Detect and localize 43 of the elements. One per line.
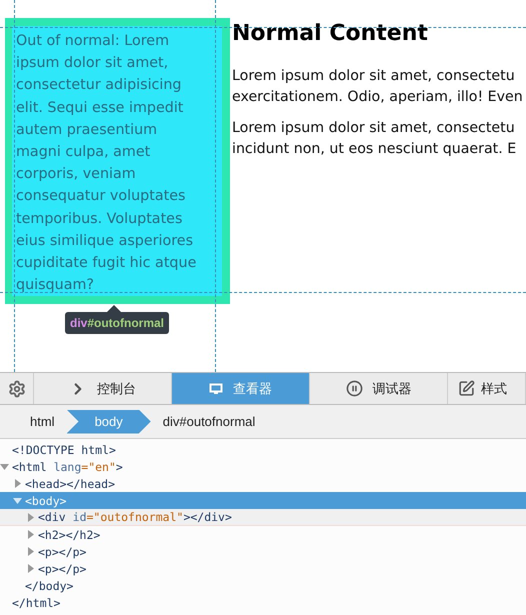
breadcrumb[interactable]: div#outofnormal	[150, 410, 268, 434]
collapsed-icon[interactable]	[26, 547, 35, 556]
box-text: Out of normal: Lorem ipsum dolor sit amet, consectetur adipisicing elit. Sequi esse impedit autem praesentium magni culpa, amet corporis, veniam consequatur voluptates temporibus. Voluptates eius similique asperiores cupiditate fugit hic atque quisquam?	[16, 32, 198, 296]
paragraph-line: Lorem ipsum dolor sit amet, consectetu	[232, 67, 515, 86]
markup-row[interactable]: <!DOCTYPE html>	[0, 441, 526, 458]
collapsed-icon[interactable]	[13, 479, 22, 488]
heading: Normal Content	[232, 21, 429, 46]
markup-line: <html lang="en">	[12, 460, 123, 474]
breadcrumb[interactable]: html	[18, 410, 67, 434]
markup-row[interactable]: <html lang="en">	[0, 458, 526, 475]
paragraph-line: Lorem ipsum dolor sit amet, consectetu	[232, 119, 515, 138]
expanded-icon[interactable]	[0, 462, 9, 471]
devtools-tab[interactable]: 样式	[448, 373, 526, 404]
settings-icon	[8, 380, 26, 398]
devtools-tab[interactable]: 调试器	[310, 373, 448, 404]
markup-line: <div id="outofnormal"></div>	[38, 510, 232, 524]
markup-row[interactable]: <div id="outofnormal"></div>	[0, 509, 526, 526]
markup-line: <!DOCTYPE html>	[12, 442, 116, 456]
collapsed-icon[interactable]	[26, 564, 35, 573]
paragraph-line: incidunt non, ut eos nesciunt quaerat. E	[232, 140, 516, 159]
edit-icon	[458, 380, 475, 397]
tab-label: 查看器	[233, 380, 272, 398]
collapsed-icon[interactable]	[26, 530, 35, 539]
markup-line: <p></p>	[38, 544, 86, 558]
markup-line: </html>	[12, 596, 60, 610]
paragraph-line: exercitationem. Odio, aperiam, illo! Even	[232, 88, 523, 107]
markup-row[interactable]: <p></p>	[0, 543, 526, 560]
tab-label: 调试器	[372, 380, 412, 398]
markup-row[interactable]: <head></head>	[0, 475, 526, 492]
markup-line: <body>	[25, 494, 67, 508]
markup-line: </body>	[25, 578, 74, 592]
inspector-icon	[209, 382, 223, 394]
markup-line: <head></head>	[25, 476, 116, 490]
pause-icon	[346, 380, 362, 397]
expanded-icon[interactable]	[13, 496, 22, 505]
markup-row[interactable]: <h2></h2>	[0, 526, 526, 543]
markup-line: <p></p>	[38, 562, 86, 576]
tooltip-pointer	[107, 305, 121, 312]
tab-label: 控制台	[97, 380, 136, 398]
markup-row[interactable]: <p></p>	[0, 560, 526, 577]
tab-label: 样式	[481, 380, 507, 398]
collapsed-icon[interactable]	[26, 512, 35, 522]
markup-line: <h2></h2>	[38, 528, 100, 542]
